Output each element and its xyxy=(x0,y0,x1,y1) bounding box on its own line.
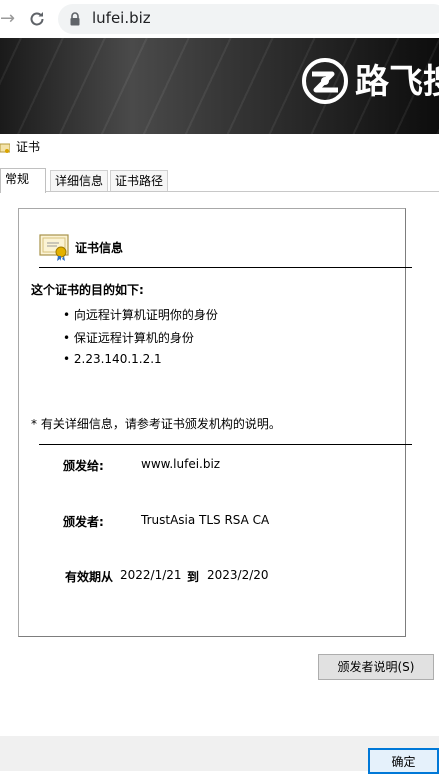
divider xyxy=(39,444,412,445)
certificate-dialog: 证书 常规 详细信息 证书路径 证书信息 这个证书的目的如下: • 向远程计算机… xyxy=(0,134,439,774)
tab-label: 证书路径 xyxy=(115,174,164,188)
site-logo-icon xyxy=(302,58,348,104)
issuer-statement-button[interactable]: 颁发者说明(S) xyxy=(318,654,434,680)
dialog-titlebar: 证书 xyxy=(0,134,439,158)
certificate-icon xyxy=(0,140,11,153)
tab-general[interactable]: 常规 xyxy=(0,168,46,193)
tab-label: 详细信息 xyxy=(55,174,104,188)
ok-button[interactable]: 确定 xyxy=(368,748,439,774)
divider xyxy=(39,267,412,268)
tab-certification-path[interactable]: 证书路径 xyxy=(110,170,168,192)
site-banner: 路飞搜 xyxy=(0,38,439,134)
browser-toolbar: → lufei.biz xyxy=(0,0,439,38)
info-title: 证书信息 xyxy=(75,241,124,255)
issued-to-value: www.lufei.biz xyxy=(141,457,221,471)
dialog-title: 证书 xyxy=(16,140,41,154)
tab-divider xyxy=(0,191,439,192)
certificate-info-icon xyxy=(39,233,71,261)
lock-icon[interactable] xyxy=(70,11,80,26)
valid-to-value: 2023/2/20 xyxy=(207,568,269,582)
issued-to-label: 颁发给: xyxy=(63,459,104,473)
site-brand-text: 路飞搜 xyxy=(355,62,439,102)
tab-bar: 常规 详细信息 证书路径 xyxy=(0,168,439,193)
url-text[interactable]: lufei.biz xyxy=(92,9,151,27)
purpose-item: • 保证远程计算机的身份 xyxy=(63,331,194,345)
details-note: * 有关详细信息，请参考证书颁发机构的说明。 xyxy=(31,417,281,431)
valid-from-value: 2022/1/21 xyxy=(120,568,182,582)
forward-arrow-icon[interactable]: → xyxy=(0,8,15,30)
tab-details[interactable]: 详细信息 xyxy=(50,170,108,192)
valid-from-label: 有效期从 xyxy=(65,570,114,584)
issued-by-label: 颁发者: xyxy=(63,515,104,529)
purpose-item: • 2.23.140.1.2.1 xyxy=(63,352,162,366)
tab-label: 常规 xyxy=(5,172,30,186)
valid-to-label: 到 xyxy=(187,570,200,584)
purpose-item: • 向远程计算机证明你的身份 xyxy=(63,308,218,322)
reload-icon[interactable] xyxy=(28,8,48,30)
purpose-heading: 这个证书的目的如下: xyxy=(31,283,144,297)
issued-by-value: TrustAsia TLS RSA CA xyxy=(141,513,270,527)
general-panel: 证书信息 这个证书的目的如下: • 向远程计算机证明你的身份 • 保证远程计算机… xyxy=(18,208,412,637)
